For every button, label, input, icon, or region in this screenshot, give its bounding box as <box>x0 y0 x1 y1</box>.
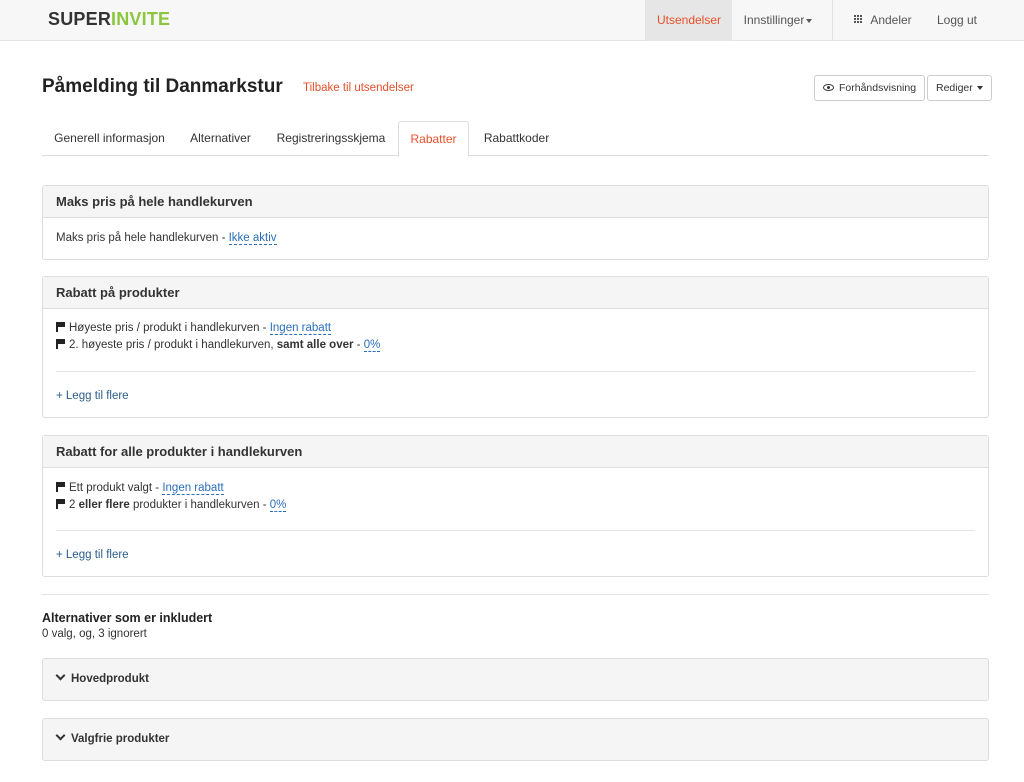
chevron-down-icon <box>55 670 66 681</box>
discount-value-link[interactable]: Ingen rabatt <box>162 482 224 495</box>
discount-rule-label: Ett produkt valgt - <box>69 482 163 494</box>
page-title: Påmelding til Danmarkstur <box>42 76 283 97</box>
divider <box>56 530 975 531</box>
preview-button[interactable]: Forhåndsvisning <box>814 75 926 101</box>
discount-value-link[interactable]: 0% <box>269 499 287 512</box>
tab-alternativer[interactable]: Alternativer <box>177 121 264 156</box>
preview-button-label: Forhåndsvisning <box>839 82 917 94</box>
tab-rabatter[interactable]: Rabatter <box>398 121 469 157</box>
top-navbar: SUPERINVITE Utsendelser Innstillinger An… <box>0 0 1024 41</box>
max-price-status-link[interactable]: Ikke aktiv <box>228 232 277 245</box>
collapsible-label: Hovedprodukt <box>71 673 149 685</box>
collapsible-label: Valgfrie produkter <box>71 733 170 745</box>
caret-down-icon <box>806 18 813 23</box>
nav-andeler-label: Andeler <box>870 13 912 27</box>
nav-andeler[interactable]: Andeler <box>845 0 921 41</box>
included-options-title: Alternativer som er inkludert <box>42 611 213 625</box>
logo-text-super: SUPER <box>48 9 112 29</box>
nav-logg-ut-label: Logg ut <box>936 13 978 27</box>
section-divider <box>42 594 989 595</box>
discount-rule-emphasis: eller flere <box>78 499 130 511</box>
nav-innstillinger-label: Innstillinger <box>743 13 805 27</box>
discount-rule-label: produkter i handlekurven - <box>129 499 270 511</box>
edit-button-label: Rediger <box>936 82 973 94</box>
panel-heading: Rabatt for alle produkter i handlekurven <box>43 436 988 468</box>
tab-rabattkoder[interactable]: Rabattkoder <box>469 121 564 156</box>
superinvite-logo[interactable]: SUPERINVITE <box>48 9 170 30</box>
nav-logg-ut[interactable]: Logg ut <box>925 0 989 41</box>
add-more-link[interactable]: + Legg til flere <box>56 549 129 561</box>
list-item: 2 eller flere produkter i handlekurven -… <box>56 499 287 512</box>
flag-icon <box>56 322 65 332</box>
tab-bar: Generell informasjon Alternativer Regist… <box>42 121 989 157</box>
discount-rule-label: 2 <box>69 499 79 511</box>
product-discount-panel: Rabatt på produkter Høyeste pris / produ… <box>42 276 989 418</box>
nav-innstillinger-dropdown[interactable]: Innstillinger <box>733 0 823 41</box>
tab-registreringsskjema[interactable]: Registreringsskjema <box>264 121 398 156</box>
cart-discount-panel: Rabatt for alle produkter i handlekurven… <box>42 435 989 577</box>
discount-rule-label: Høyeste pris / produkt i handlekurven - <box>69 322 270 334</box>
max-price-row: Maks pris på hele handlekurven - Ikke ak… <box>56 232 277 245</box>
discount-value-link[interactable]: Ingen rabatt <box>269 322 332 335</box>
list-item: Ett produkt valgt - Ingen rabatt <box>56 482 224 495</box>
back-to-utsendelser-link[interactable]: Tilbake til utsendelser <box>303 82 414 94</box>
add-more-link[interactable]: + Legg til flere <box>56 390 129 402</box>
flag-icon <box>56 499 65 509</box>
logo-text-invite: INVITE <box>111 9 171 29</box>
flag-icon <box>56 339 65 349</box>
list-item: 2. høyeste pris / produkt i handlekurven… <box>56 339 381 352</box>
discount-rule-label: 2. høyeste pris / produkt i handlekurven… <box>69 339 277 351</box>
tab-generell-informasjon[interactable]: Generell informasjon <box>42 121 177 156</box>
collapsible-valgfrie-produkter[interactable]: Valgfrie produkter <box>42 718 989 761</box>
nav-utsendelser[interactable]: Utsendelser <box>646 0 732 41</box>
grid-icon <box>854 15 864 25</box>
discount-rule-emphasis: samt alle over <box>276 339 354 351</box>
edit-dropdown-button[interactable]: Rediger <box>927 75 992 101</box>
panel-heading: Rabatt på produkter <box>43 277 988 309</box>
panel-heading: Maks pris på hele handlekurven <box>43 186 988 218</box>
flag-icon <box>56 482 65 492</box>
separator: - <box>353 339 364 351</box>
nav-divider <box>832 0 833 41</box>
max-price-panel: Maks pris på hele handlekurven Maks pris… <box>42 185 989 260</box>
divider <box>56 371 975 372</box>
nav-utsendelser-label: Utsendelser <box>656 13 722 27</box>
list-item: Høyeste pris / produkt i handlekurven - … <box>56 322 332 335</box>
eye-icon <box>823 84 834 91</box>
collapsible-hovedprodukt[interactable]: Hovedprodukt <box>42 658 989 701</box>
chevron-down-icon <box>55 730 66 741</box>
discount-value-link[interactable]: 0% <box>363 339 381 352</box>
caret-down-icon <box>976 86 983 91</box>
max-price-label: Maks pris på hele handlekurven - <box>56 232 229 244</box>
included-options-summary: 0 valg, og, 3 ignorert <box>42 628 147 640</box>
